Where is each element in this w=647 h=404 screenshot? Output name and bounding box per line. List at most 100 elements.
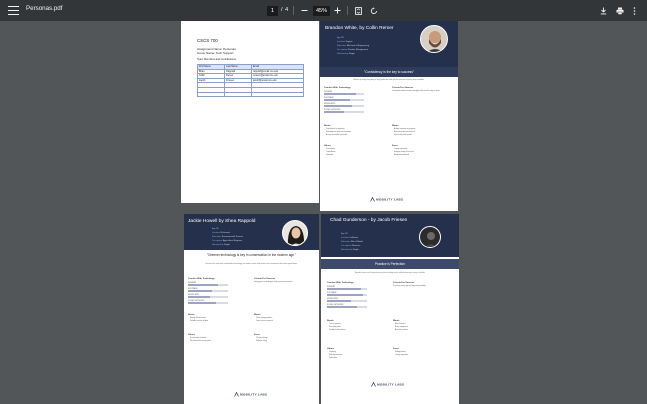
rotate-button[interactable] xyxy=(367,4,380,17)
field-value: Single xyxy=(224,244,230,246)
wants-item: Open access research xyxy=(256,320,273,322)
avatar xyxy=(282,220,308,246)
field-key: Occupation xyxy=(212,240,223,242)
persona-field: Education Environmental Science xyxy=(212,236,243,238)
field-value: Film & Media xyxy=(350,241,363,243)
fears-item: Pollution rising xyxy=(256,340,267,342)
group-name: Group Name: Tech Support xyxy=(197,51,234,55)
needs-item: Feedback from others xyxy=(329,329,346,331)
more-vert-icon xyxy=(633,6,636,15)
persona-field: Age 31 xyxy=(212,228,219,230)
persona-field: Education Mechanical Engineering xyxy=(337,45,369,47)
field-key: Relationship xyxy=(212,244,224,246)
document-title: Personas.pdf xyxy=(26,5,63,12)
persona-header: Brandon White, by Collin Remer Age 24 Lo… xyxy=(320,21,458,67)
persona-field: Location Richmond xyxy=(212,232,230,234)
skill-bar xyxy=(327,300,367,303)
mobility-labs-logo: MOBILITY LABS xyxy=(234,392,267,397)
wants-heading: Wants xyxy=(392,125,399,127)
wants-item: A practice tracker xyxy=(395,329,409,331)
skill-bar-fill xyxy=(324,99,350,102)
skill-bar-fill xyxy=(324,105,352,108)
values-item: Environmental conservation xyxy=(190,340,211,342)
skill-bar-fill xyxy=(188,296,210,299)
needs-heading: Needs xyxy=(188,314,195,316)
course-title: CSCS 700 xyxy=(197,38,218,43)
field-key: Education xyxy=(337,45,347,47)
criteria-text: Using green technology to help conserve … xyxy=(254,281,293,283)
skill-bar-fill xyxy=(324,111,344,114)
field-key: Relationship xyxy=(341,249,353,251)
logo-text: MOBILITY LABS xyxy=(376,197,404,202)
persona-blurb: Wakes up early every day to stay product… xyxy=(353,79,425,81)
avatar-photo xyxy=(427,31,443,52)
zoom-out-button[interactable] xyxy=(298,4,311,17)
values-heading: Values xyxy=(327,348,334,350)
fears-item: Being overwhelmed xyxy=(394,154,409,156)
persona-blurb: Researches ways that sustainable technol… xyxy=(205,263,298,265)
persona-quote: "Consistency is the key to success" xyxy=(320,67,458,77)
logo-text: MOBILITY LABS xyxy=(240,392,268,397)
field-value: 24 xyxy=(341,37,344,39)
persona-field: Relationship Single xyxy=(212,244,230,246)
criteria-text: Practicing every day and improving stead… xyxy=(393,285,426,287)
field-key: Occupation xyxy=(341,245,352,247)
page-number-input[interactable]: 1 xyxy=(267,5,278,16)
persona-field: Location California xyxy=(341,237,358,239)
more-options-button[interactable] xyxy=(628,4,641,17)
persona-quote: Practice is Perfection xyxy=(321,259,459,269)
persona-field: Age 24 xyxy=(337,37,344,39)
fit-page-icon xyxy=(355,6,362,15)
fit-to-page-button[interactable] xyxy=(352,4,365,17)
fears-heading: Fears xyxy=(254,334,260,336)
zoom-level-input[interactable]: 45% xyxy=(313,5,330,16)
criteria-heading: Criteria For Success xyxy=(393,282,415,284)
avatar xyxy=(419,226,441,248)
comfort-heading: Comfort With Technology xyxy=(327,282,354,284)
field-value: Agricultural Engineer xyxy=(222,240,243,242)
field-key: Location xyxy=(337,41,345,43)
wants-item: Connecting with friends xyxy=(394,134,412,136)
logo-mark-icon xyxy=(370,197,375,202)
skill-bar-fill xyxy=(324,93,356,96)
zoom-in-button[interactable] xyxy=(331,4,344,17)
avatar xyxy=(420,25,448,53)
logo-mark-icon xyxy=(371,382,376,387)
skill-bar xyxy=(327,306,367,309)
team-heading: Team Members and Contributions xyxy=(197,58,236,61)
needs-heading: Needs xyxy=(327,320,334,322)
skill-bar xyxy=(324,105,364,108)
page-separator: / xyxy=(281,6,283,13)
needs-item: Reliable sources of data xyxy=(190,320,209,322)
fears-item: Losing inspiration xyxy=(395,354,409,356)
persona-field: Relationship Single xyxy=(337,53,355,55)
download-button[interactable] xyxy=(597,4,610,17)
table-cell xyxy=(196,91,226,98)
criteria-text: Consistent workout routine throughout th… xyxy=(392,90,441,92)
menu-icon[interactable] xyxy=(8,5,19,16)
skill-bar-fill xyxy=(327,300,351,303)
field-value: Richmond xyxy=(220,232,230,234)
persona-field: Education Film & Media xyxy=(341,241,363,243)
printer-icon xyxy=(616,7,623,15)
print-button[interactable] xyxy=(613,4,626,17)
criteria-heading: Criteria For Success xyxy=(254,278,276,280)
pdf-page-2: Brandon White, by Collin Remer Age 24 Lo… xyxy=(320,21,458,211)
fears-heading: Fears xyxy=(392,145,398,147)
persona-name: Brandon White, by Collin Remer xyxy=(325,26,394,31)
comfort-heading: Comfort With Technology xyxy=(188,278,215,280)
field-value: Musician xyxy=(352,245,361,247)
persona-blurb: Spends hours each day practicing and rec… xyxy=(354,272,426,274)
avatar-photo xyxy=(287,226,305,245)
field-value: Single xyxy=(349,53,355,55)
pdf-page-4: Chad Gunderson - by Jacob Friesen Age 29… xyxy=(321,214,459,404)
persona-field: Relationship Single xyxy=(341,249,359,251)
logo-mark-icon xyxy=(234,392,239,397)
field-value: Virginia xyxy=(345,41,353,43)
skill-bar-fill xyxy=(188,302,216,305)
persona-field: Age 29 xyxy=(341,233,348,235)
table-row xyxy=(196,91,304,98)
field-value: 31 xyxy=(216,228,219,230)
values-heading: Values xyxy=(324,145,331,147)
needs-heading: Needs xyxy=(324,125,331,127)
